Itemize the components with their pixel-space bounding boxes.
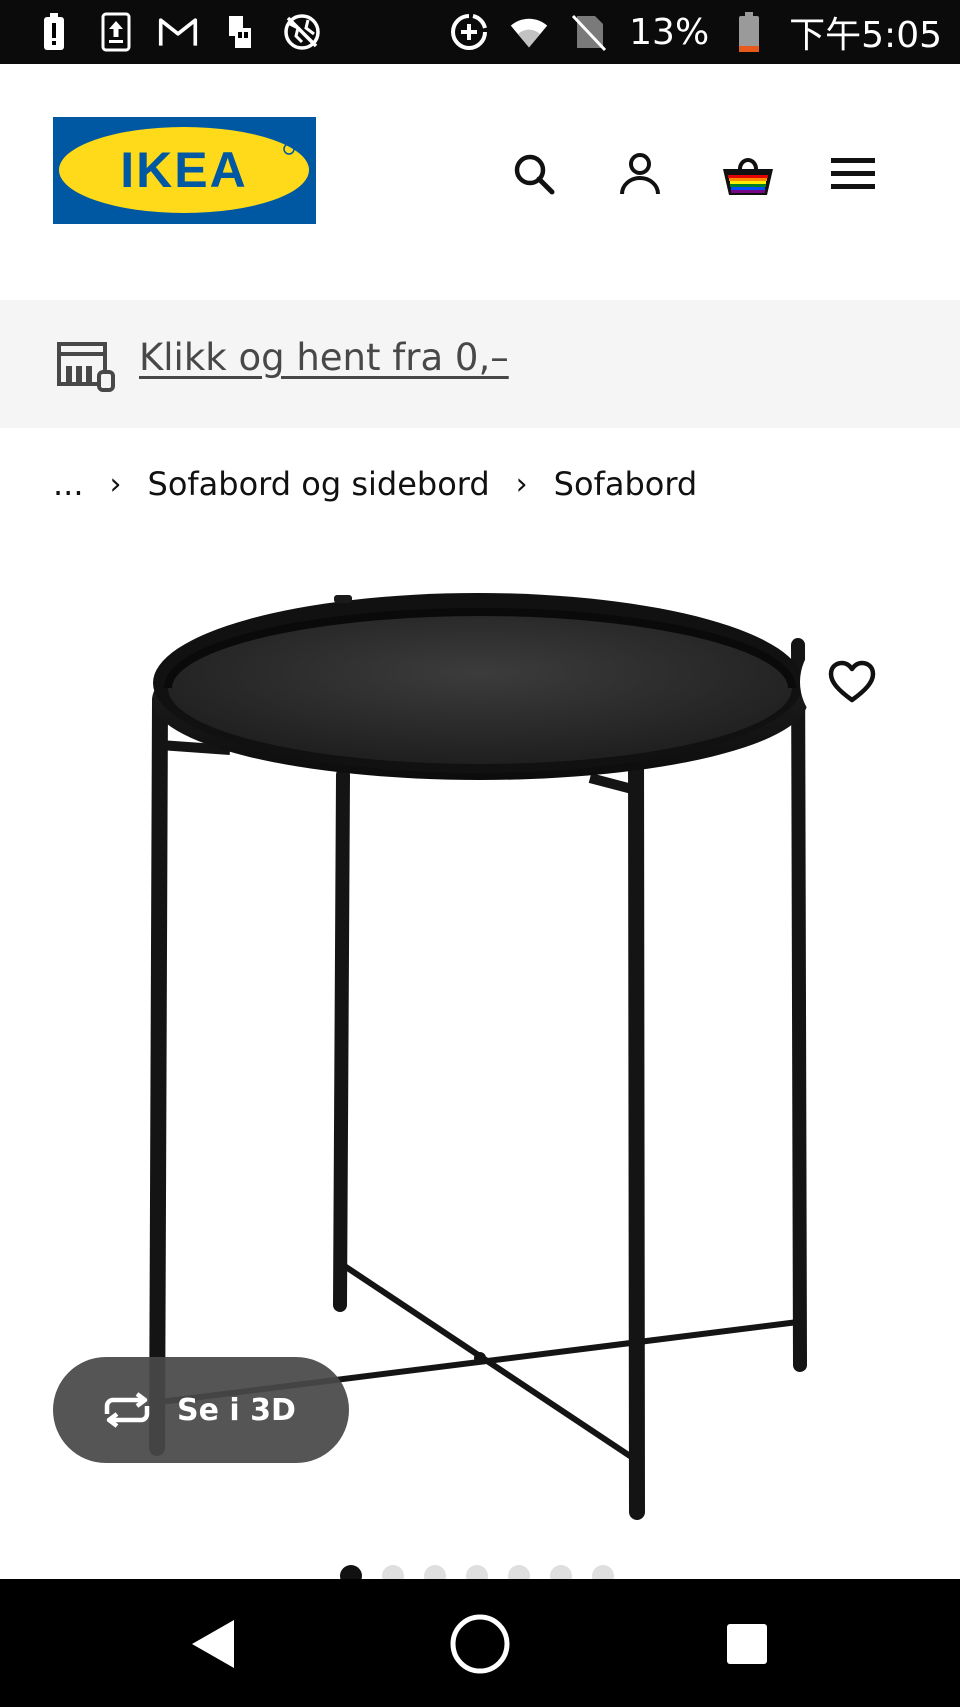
- gmail-icon: [158, 12, 198, 52]
- sim-icon: [220, 12, 260, 52]
- system-nav-bar: [0, 1579, 960, 1707]
- breadcrumb-ellipsis[interactable]: ...: [53, 465, 84, 503]
- data-saver-icon: [449, 12, 489, 52]
- menu-icon[interactable]: [827, 148, 879, 200]
- back-icon[interactable]: [178, 1609, 248, 1679]
- search-icon[interactable]: [508, 148, 560, 200]
- view-3d-label: Se i 3D: [177, 1392, 296, 1428]
- account-icon[interactable]: [614, 148, 666, 200]
- battery-percent: 13%: [629, 11, 710, 53]
- battery-alert-icon: [34, 12, 74, 52]
- vpn-globe-icon: [282, 12, 322, 52]
- ikea-logo[interactable]: IKEA: [53, 117, 316, 224]
- view-3d-button[interactable]: Se i 3D: [53, 1357, 349, 1463]
- favorite-button[interactable]: [800, 630, 904, 734]
- breadcrumb-item-sofabord[interactable]: Sofabord: [554, 465, 698, 503]
- battery-icon: [729, 12, 769, 52]
- store-pickup-icon: [55, 340, 117, 392]
- basket-icon[interactable]: [720, 148, 776, 200]
- breadcrumb: ... › Sofabord og sidebord › Sofabord: [53, 462, 697, 506]
- breadcrumb-separator: ›: [109, 466, 122, 502]
- clock: 下午5:05: [789, 15, 942, 56]
- home-icon[interactable]: [445, 1609, 515, 1679]
- rotate-3d-icon: [104, 1392, 150, 1428]
- site-header: IKEA: [0, 64, 960, 300]
- heart-icon: [828, 660, 876, 703]
- wifi-icon: [509, 12, 549, 52]
- logo-text: IKEA: [120, 142, 247, 198]
- click-collect-banner: Klikk og hent fra 0,–: [0, 300, 960, 428]
- status-bar: 13% 下午5:05: [0, 0, 960, 64]
- no-sim-icon: [569, 12, 609, 52]
- recents-icon[interactable]: [712, 1609, 782, 1679]
- breadcrumb-separator: ›: [515, 466, 528, 502]
- upload-icon: [96, 12, 136, 52]
- breadcrumb-item-sofabord-og-sidebord[interactable]: Sofabord og sidebord: [148, 465, 490, 503]
- click-collect-link[interactable]: Klikk og hent fra 0,–: [139, 336, 509, 379]
